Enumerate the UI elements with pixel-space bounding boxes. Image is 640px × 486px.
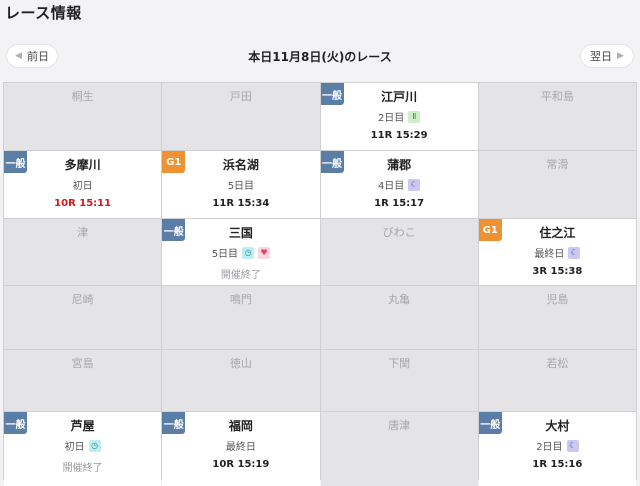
- race-finished-label: 開催終了: [220, 270, 261, 281]
- venue-cell-inactive: 唐津: [320, 412, 478, 486]
- race-day-row: 2日目 Ⅱ: [321, 109, 478, 124]
- venue-name: 宮島: [71, 357, 94, 370]
- next-race-time: 10R 15:11: [54, 198, 112, 209]
- race-day: 5日目: [211, 249, 239, 260]
- race-day-row: 最終日: [162, 438, 319, 453]
- venue-name: 三国: [228, 226, 253, 240]
- race-day-row: 初日 ◷: [4, 438, 161, 453]
- venue-cell-inactive: 戸田: [162, 83, 320, 150]
- chevron-right-icon: ▶: [617, 51, 624, 61]
- date-title: 本日11月8日(火)のレース: [248, 50, 392, 64]
- venue-name: 下関: [388, 357, 411, 370]
- venue-name: 桐生: [71, 90, 94, 103]
- next-race-time: 10R 15:19: [212, 459, 270, 470]
- venue-cell-inactive: 鳴門: [162, 286, 320, 349]
- venue-cell[interactable]: 一般 三国 5日目 ◷ ♥ 開催終了: [162, 219, 320, 285]
- race-day: 最終日: [534, 249, 565, 260]
- venue-name: 多摩川: [64, 158, 101, 172]
- venue-cell[interactable]: G1 浜名湖 5日目 11R 15:34: [162, 151, 320, 218]
- page-title: レース情報: [5, 4, 82, 22]
- venue-name: 戸田: [229, 90, 252, 103]
- race-day-row: 5日目: [162, 177, 319, 192]
- venue-cell-inactive: 丸亀: [320, 286, 478, 349]
- prev-day-label: 前日: [26, 50, 49, 63]
- rookie-icon: Ⅱ: [408, 110, 421, 123]
- venue-cell[interactable]: 一般 江戸川 2日目 Ⅱ 11R 15:29: [320, 83, 478, 150]
- venue-cell[interactable]: G1 住之江 最終日 ☾ 3R 15:38: [478, 219, 636, 285]
- prev-day-button[interactable]: ◀ 前日: [7, 45, 57, 67]
- venue-name: 芦屋: [70, 419, 95, 433]
- venue-name: 津: [77, 226, 89, 239]
- lady-heart-icon: ♥: [258, 246, 271, 259]
- race-finished-label: 開催終了: [62, 463, 103, 474]
- venue-cell-inactive: 平和島: [478, 83, 636, 150]
- venue-name: 住之江: [539, 226, 576, 240]
- venue-cell-inactive: びわこ: [320, 219, 478, 285]
- venue-name: 常滑: [546, 158, 569, 171]
- venue-cell-inactive: 児島: [478, 286, 636, 349]
- venue-cell[interactable]: 一般 多摩川 初日 10R 15:11: [4, 151, 162, 218]
- next-race-time: 3R 15:38: [532, 266, 583, 277]
- next-day-label: 翌日: [590, 50, 613, 63]
- next-race-time: 1R 15:16: [532, 459, 583, 470]
- morning-clock-icon: ◷: [242, 246, 255, 259]
- race-day: 最終日: [225, 442, 256, 453]
- next-day-button[interactable]: 翌日 ▶: [581, 45, 633, 67]
- venue-name: 福岡: [228, 419, 253, 433]
- venue-name: 児島: [546, 293, 569, 306]
- venue-name: 平和島: [540, 90, 574, 103]
- venue-grid: 桐生 戸田 一般 江戸川 2日目 Ⅱ 11R 15:29 平和島 一般 多摩川 初日 10R 15:1…: [3, 82, 637, 486]
- venue-name: 大村: [545, 419, 570, 433]
- venue-cell-inactive: 下関: [320, 350, 478, 411]
- race-day: 初日: [64, 442, 85, 453]
- night-moon-icon: ☾: [408, 178, 421, 191]
- venue-name: 江戸川: [381, 90, 418, 104]
- venue-cell-inactive: 尼崎: [4, 286, 162, 349]
- morning-clock-icon: ◷: [88, 439, 101, 452]
- venue-name: びわこ: [382, 226, 416, 239]
- venue-cell[interactable]: 一般 大村 2日目 ☾ 1R 15:16: [478, 412, 636, 486]
- night-moon-icon: ☾: [566, 439, 579, 452]
- next-race-time: 1R 15:17: [374, 198, 425, 209]
- venue-cell-inactive: 宮島: [4, 350, 162, 411]
- race-day: 初日: [72, 181, 93, 192]
- race-day-row: 最終日 ☾: [479, 245, 636, 260]
- venue-cell-inactive: 津: [4, 219, 162, 285]
- venue-cell[interactable]: 一般 蒲郡 4日目 ☾ 1R 15:17: [320, 151, 478, 218]
- venue-name: 鳴門: [229, 293, 252, 306]
- venue-cell-inactive: 桐生: [4, 83, 162, 150]
- race-day-row: 4日目 ☾: [321, 177, 478, 192]
- race-day-row: 初日: [4, 177, 161, 192]
- race-day-row: 5日目 ◷ ♥: [162, 245, 319, 260]
- venue-cell-inactive: 若松: [478, 350, 636, 411]
- venue-cell-inactive: 徳山: [162, 350, 320, 411]
- venue-name: 若松: [546, 357, 569, 370]
- night-moon-icon: ☾: [568, 246, 581, 259]
- race-day-row: 2日目 ☾: [479, 438, 636, 453]
- next-race-time: 11R 15:29: [370, 130, 428, 141]
- race-day: 4日目: [377, 181, 405, 192]
- chevron-left-icon: ◀: [15, 51, 22, 61]
- venue-name: 蒲郡: [387, 158, 412, 172]
- venue-name: 浜名湖: [222, 158, 259, 172]
- venue-name: 唐津: [388, 419, 411, 432]
- venue-cell[interactable]: 一般 福岡 最終日 10R 15:19: [162, 412, 320, 486]
- race-day: 2日目: [377, 113, 405, 124]
- race-day: 2日目: [536, 442, 563, 453]
- race-day: 5日目: [227, 181, 255, 192]
- next-race-time: 11R 15:34: [212, 198, 270, 209]
- venue-name: 尼崎: [71, 293, 94, 306]
- venue-cell[interactable]: 一般 芦屋 初日 ◷ 開催終了: [4, 412, 162, 486]
- venue-name: 徳山: [229, 357, 252, 370]
- venue-cell-inactive: 常滑: [478, 151, 636, 218]
- venue-name: 丸亀: [388, 293, 411, 306]
